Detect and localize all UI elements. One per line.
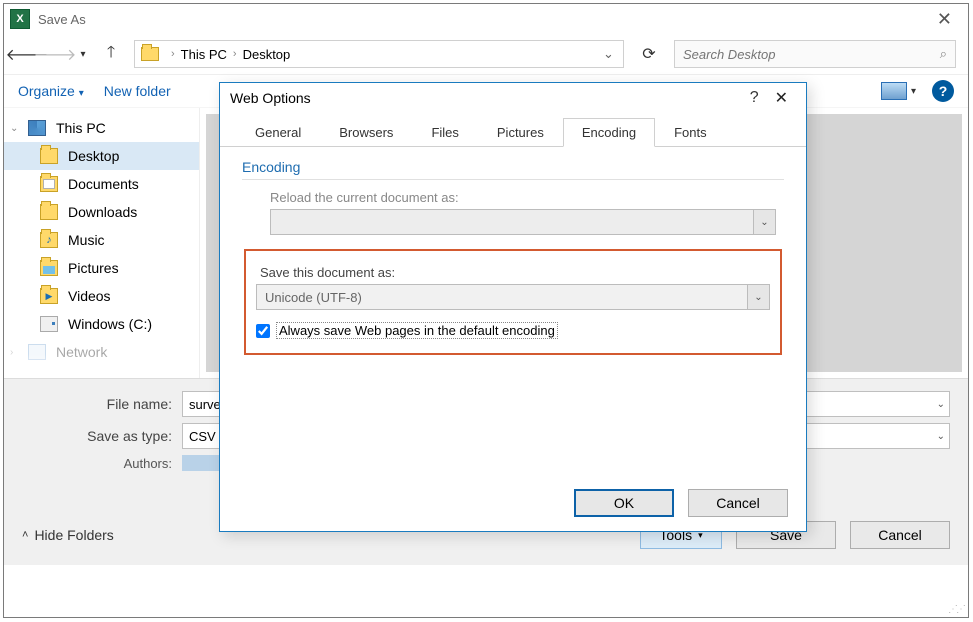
tab-files[interactable]: Files: [412, 118, 477, 147]
excel-icon: X: [10, 9, 30, 29]
up-icon[interactable]: 🡑: [100, 43, 122, 65]
web-options-titlebar: Web Options ? ✕: [220, 83, 806, 113]
folder-icon: [141, 47, 159, 61]
breadcrumb-root[interactable]: This PC: [181, 47, 227, 62]
sidebar-item-network[interactable]: › Network: [4, 338, 199, 366]
new-folder-button[interactable]: New folder: [104, 83, 171, 99]
breadcrumb-leaf[interactable]: Desktop: [243, 47, 291, 62]
chevron-down-icon[interactable]: ⌄: [937, 399, 945, 410]
pc-icon: [28, 120, 46, 136]
cancel-button[interactable]: Cancel: [688, 489, 788, 517]
checkbox-label: Always save Web pages in the default enc…: [276, 322, 558, 339]
sidebar-item-label: This PC: [56, 120, 106, 136]
net-icon: [28, 344, 46, 360]
sidebar-item-desktop[interactable]: Desktop: [4, 142, 199, 170]
tabs: GeneralBrowsersFilesPicturesEncodingFont…: [220, 117, 806, 147]
view-mode-button[interactable]: ▾: [881, 82, 916, 100]
chevron-down-icon[interactable]: ⌄: [937, 431, 945, 442]
save-as-title: Save As: [38, 12, 86, 27]
sidebar-item-label: Windows (C:): [68, 316, 152, 332]
cancel-button[interactable]: Cancel: [850, 521, 950, 549]
help-icon[interactable]: ?: [932, 80, 954, 102]
authors-label: Authors:: [22, 456, 172, 471]
search-input-field[interactable]: [683, 47, 940, 62]
close-icon[interactable]: ✕: [767, 88, 796, 108]
author-chip[interactable]: [182, 455, 224, 471]
sidebar-item-label: Desktop: [68, 148, 119, 164]
web-options-title: Web Options: [230, 90, 311, 106]
sidebar-item-windows-c-[interactable]: Windows (C:): [4, 310, 199, 338]
close-icon[interactable]: ✕: [927, 9, 962, 30]
hide-folders-button[interactable]: ˄ Hide Folders: [22, 527, 114, 543]
vid-icon: [40, 288, 58, 304]
sidebar-item-this-pc[interactable]: ⌄ This PC: [4, 114, 199, 142]
sidebar-item-label: Pictures: [68, 260, 119, 276]
chevron-icon[interactable]: ⌄: [10, 123, 18, 134]
tab-browsers[interactable]: Browsers: [320, 118, 412, 147]
save-as-titlebar: X Save As ✕: [4, 4, 968, 34]
sidebar-item-pictures[interactable]: Pictures: [4, 254, 199, 282]
sidebar-item-label: Documents: [68, 176, 139, 192]
docs-icon: [40, 176, 58, 192]
chevron-icon[interactable]: ›: [10, 347, 13, 358]
file-name-label: File name:: [22, 396, 172, 412]
recent-locations-icon[interactable]: ▾: [72, 43, 94, 65]
sidebar-item-label: Music: [68, 232, 105, 248]
sidebar-item-downloads[interactable]: Downloads: [4, 198, 199, 226]
chevron-right-icon: ›: [171, 48, 175, 60]
save-encoding-select[interactable]: Unicode (UTF-8) ⌄: [256, 284, 770, 310]
sidebar-item-videos[interactable]: Videos: [4, 282, 199, 310]
section-label: Encoding: [242, 159, 784, 180]
chevron-down-icon: ▾: [911, 86, 916, 97]
search-icon[interactable]: ⌕: [940, 46, 947, 62]
sidebar-item-label: Downloads: [68, 204, 137, 220]
sidebar: ⌄ This PC Desktop Documents Downloads Music Pi…: [4, 108, 200, 378]
chevron-down-icon: ▾: [79, 88, 84, 99]
music-icon: [40, 232, 58, 248]
save-as-type-label: Save as type:: [22, 428, 172, 444]
sidebar-item-label: Network: [56, 344, 107, 360]
tab-pictures[interactable]: Pictures: [478, 118, 563, 147]
always-default-encoding-checkbox[interactable]: Always save Web pages in the default enc…: [256, 322, 770, 339]
breadcrumb[interactable]: › This PC › Desktop ⌄: [134, 40, 624, 68]
resize-grip[interactable]: ⋰⋰: [948, 604, 964, 615]
web-options-dialog: Web Options ? ✕ GeneralBrowsersFilesPict…: [219, 82, 807, 532]
search-input[interactable]: ⌕: [674, 40, 956, 68]
save-encoding-label: Save this document as:: [260, 265, 770, 280]
nav-row: 🡐 🡒 ▾ 🡑 › This PC › Desktop ⌄ ⟳ ⌕: [4, 34, 968, 74]
refresh-icon[interactable]: ⟳: [636, 40, 662, 68]
chevron-down-icon[interactable]: ⌄: [603, 46, 617, 62]
tab-fonts[interactable]: Fonts: [655, 118, 726, 147]
help-icon[interactable]: ?: [742, 89, 767, 107]
ok-button[interactable]: OK: [574, 489, 674, 517]
sidebar-item-music[interactable]: Music: [4, 226, 199, 254]
reload-label: Reload the current document as:: [270, 190, 784, 205]
folder-icon: [40, 148, 58, 164]
folder-icon: [40, 204, 58, 220]
organize-button[interactable]: Organize ▾: [18, 83, 84, 99]
chevron-up-icon: ˄: [22, 529, 28, 541]
highlight-box: Save this document as: Unicode (UTF-8) ⌄…: [244, 249, 782, 355]
chevron-down-icon[interactable]: ⌄: [747, 285, 769, 309]
chevron-right-icon: ›: [233, 48, 237, 60]
reload-encoding-select[interactable]: ⌄: [270, 209, 776, 235]
checkbox-input[interactable]: [256, 324, 270, 338]
chevron-down-icon[interactable]: ⌄: [753, 210, 775, 234]
sidebar-item-documents[interactable]: Documents: [4, 170, 199, 198]
tab-encoding[interactable]: Encoding: [563, 118, 655, 147]
pic-icon: [40, 260, 58, 276]
forward-icon: 🡒: [44, 43, 66, 65]
view-icon: [881, 82, 907, 100]
tab-general[interactable]: General: [236, 118, 320, 147]
encoding-tab-body: Encoding Reload the current document as:…: [220, 147, 806, 367]
sidebar-item-label: Videos: [68, 288, 111, 304]
drive-icon: [40, 316, 58, 332]
